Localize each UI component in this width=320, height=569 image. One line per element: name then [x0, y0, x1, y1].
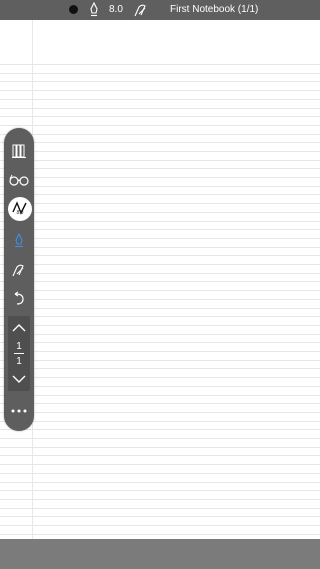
pen-icon — [15, 233, 23, 248]
ruled-line — [0, 412, 320, 413]
ruled-line — [0, 534, 320, 535]
ruled-line — [0, 490, 320, 491]
ruled-line — [0, 134, 320, 135]
ruled-line — [0, 255, 320, 256]
stroke-tool-button[interactable] — [4, 257, 34, 283]
pen-size-value[interactable]: 8.0 — [109, 4, 123, 15]
view-mode-button[interactable] — [4, 167, 34, 193]
ruled-line — [0, 473, 320, 474]
ruled-line — [0, 334, 320, 335]
library-button[interactable] — [4, 138, 34, 164]
ruled-line — [0, 308, 320, 309]
notebook-page[interactable] — [0, 20, 320, 539]
ruled-line — [0, 281, 320, 282]
ruled-line — [0, 421, 320, 422]
top-status-bar: 8.0 First Notebook (1/1) — [0, 0, 320, 20]
ruled-line — [0, 516, 320, 517]
ruled-line — [0, 273, 320, 274]
ruled-line — [0, 151, 320, 152]
ruled-line — [0, 368, 320, 369]
pen-nib-icon[interactable] — [88, 2, 100, 18]
books-icon — [12, 144, 26, 158]
ruled-line — [0, 482, 320, 483]
ruled-line — [0, 325, 320, 326]
color-dot-icon[interactable] — [69, 5, 78, 14]
page-navigator: 1 1 — [8, 316, 30, 391]
ruled-line — [0, 90, 320, 91]
ruled-line — [0, 342, 320, 343]
pen-tool-button[interactable] — [4, 228, 34, 254]
ruled-line — [0, 386, 320, 387]
ruled-line — [0, 438, 320, 439]
floating-toolbar: 8.0 1 1 — [4, 128, 34, 431]
ruled-line — [0, 464, 320, 465]
brush-size-label: 8.0 — [16, 210, 24, 216]
page-up-icon[interactable] — [8, 321, 30, 335]
undo-icon — [14, 291, 24, 305]
ruled-line — [0, 99, 320, 100]
ruled-line — [0, 360, 320, 361]
ruled-line — [0, 116, 320, 117]
ruled-line — [0, 247, 320, 248]
ruled-line — [0, 64, 320, 65]
ruled-line — [0, 168, 320, 169]
ruled-line — [0, 186, 320, 187]
ruled-line — [0, 160, 320, 161]
marker-icon — [12, 264, 24, 277]
bottom-bar — [0, 539, 320, 569]
ruled-line — [0, 290, 320, 291]
notebook-title[interactable]: First Notebook (1/1) — [170, 4, 258, 15]
ruled-line — [0, 351, 320, 352]
ruled-line — [0, 299, 320, 300]
ruled-line — [0, 81, 320, 82]
undo-button[interactable] — [4, 286, 34, 312]
page-separator — [14, 353, 24, 354]
page-total: 1 — [16, 356, 22, 367]
ruled-line — [0, 229, 320, 230]
ruled-line — [0, 395, 320, 396]
ruled-line — [0, 125, 320, 126]
ruled-line — [0, 499, 320, 500]
ruled-line — [0, 525, 320, 526]
page-down-icon[interactable] — [8, 372, 30, 386]
ruled-line — [0, 455, 320, 456]
ruled-line — [0, 221, 320, 222]
page-current: 1 — [16, 341, 22, 352]
more-options-icon[interactable] — [11, 408, 27, 414]
ruled-line — [0, 177, 320, 178]
ruled-line — [0, 108, 320, 109]
ruled-line — [0, 142, 320, 143]
ruled-line — [0, 447, 320, 448]
ruled-line — [0, 403, 320, 404]
ruled-line — [0, 264, 320, 265]
stroke-style-icon[interactable] — [133, 2, 149, 18]
ruled-line — [0, 212, 320, 213]
glasses-icon — [9, 174, 29, 186]
ruled-line — [0, 377, 320, 378]
ruled-line — [0, 238, 320, 239]
brush-preview-button[interactable]: 8.0 — [8, 197, 32, 221]
ruled-line — [0, 508, 320, 509]
ruled-line — [0, 73, 320, 74]
ruled-line — [0, 429, 320, 430]
ruled-line — [0, 316, 320, 317]
ruled-line — [0, 194, 320, 195]
brush-stroke-icon — [12, 201, 27, 215]
ruled-line — [0, 203, 320, 204]
